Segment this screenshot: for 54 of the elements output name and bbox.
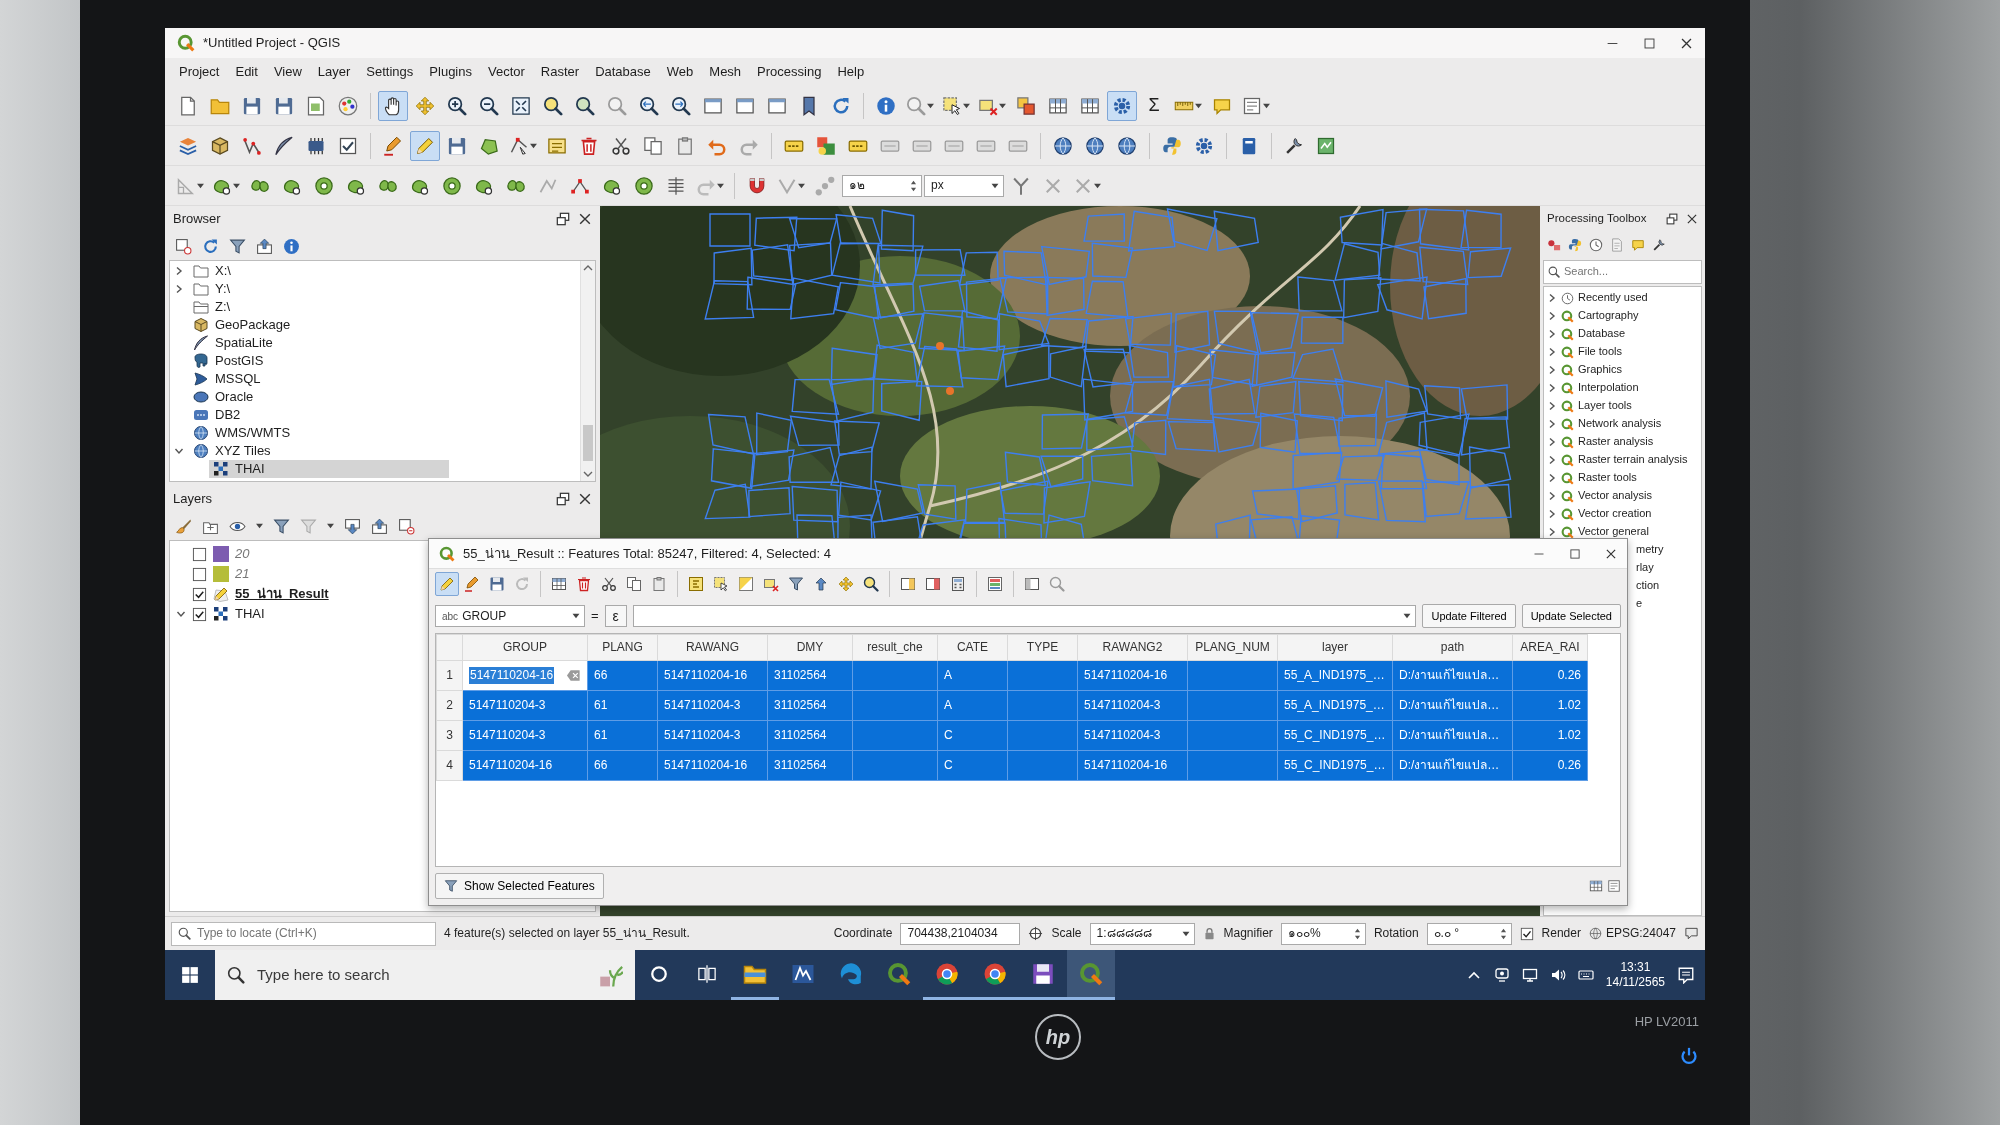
row-number: 2 xyxy=(436,690,463,721)
table-cell: A xyxy=(937,690,1008,721)
row-number: 1 xyxy=(436,660,463,691)
panel-title: Layers xyxy=(173,491,213,507)
table-cell: 5147110204-16 xyxy=(1077,660,1188,691)
table-cell: 5147110204-3 xyxy=(657,720,768,751)
table-cell: 5147110204-3 xyxy=(657,690,768,721)
table-cell: D:/งานแก้ไขแปล… xyxy=(1392,660,1513,691)
table-cell: 5147110204-16 xyxy=(657,750,768,781)
table-cell: 1.02 xyxy=(1512,690,1588,721)
table-cell: 55_A_IND1975_… xyxy=(1277,690,1393,721)
operator-label: = xyxy=(591,608,599,624)
table-cell: 66 xyxy=(587,750,658,781)
table-cell: C xyxy=(937,720,1008,751)
table-cell: A xyxy=(937,660,1008,691)
table-cell: D:/งานแก้ไขแปล… xyxy=(1392,720,1513,751)
table-cell: 55_C_IND1975_… xyxy=(1277,720,1393,751)
table-cell: 5147110204-16 xyxy=(1077,750,1188,781)
table-cell: 0.26 xyxy=(1512,750,1588,781)
table-cell: 31102564 xyxy=(767,660,853,691)
table-cell: 61 xyxy=(587,690,658,721)
panel-title: Processing Toolbox xyxy=(1547,212,1647,226)
status-message: 4 feature(s) selected on layer 55_น่าน_Result. xyxy=(444,926,690,941)
checkbox-label: Render xyxy=(1541,926,1581,941)
panel-title: Browser xyxy=(173,211,221,227)
table-cell: 5147110204-3 xyxy=(462,720,588,751)
field-label: Rotation xyxy=(1373,926,1419,941)
table-cell: 61 xyxy=(587,720,658,751)
table-cell: 5147110204-16 xyxy=(462,750,588,781)
table-cell: 31102564 xyxy=(767,750,853,781)
table-cell: 5147110204-3 xyxy=(462,690,588,721)
model-label: HP LV2011 xyxy=(1634,1014,1699,1030)
row-number: 3 xyxy=(436,720,463,751)
table-cell: D:/งานแก้ไขแปล… xyxy=(1392,690,1513,721)
table-cell: D:/งานแก้ไขแปล… xyxy=(1392,750,1513,781)
field-label: Magnifier xyxy=(1223,926,1273,941)
table-cell: 1.02 xyxy=(1512,720,1588,751)
window-title: *Untitled Project - QGIS xyxy=(203,35,341,51)
table-cell: 55_A_IND1975_… xyxy=(1277,660,1393,691)
field-label: Scale xyxy=(1051,926,1082,941)
table-cell: 5147110204-3 xyxy=(1077,690,1188,721)
window-title: 55_น่าน_Result :: Features Total: 85247, Filtered: 4, Selected: 4 xyxy=(463,545,832,562)
field-label: Coordinate xyxy=(833,926,893,941)
table-cell: 66 xyxy=(587,660,658,691)
table-cell: 5147110204-16 xyxy=(657,660,768,691)
table-cell: 5147110204-3 xyxy=(1077,720,1188,751)
brand-logo: hp xyxy=(1035,1014,1081,1060)
table-cell: 31102564 xyxy=(767,720,853,751)
table-cell: 0.26 xyxy=(1512,660,1588,691)
selected-text: 5147110204-16 xyxy=(469,667,555,684)
row-number: 4 xyxy=(436,750,463,781)
table-cell: C xyxy=(937,750,1008,781)
table-cell: 31102564 xyxy=(767,690,853,721)
table-cell: 55_C_IND1975_… xyxy=(1277,750,1393,781)
